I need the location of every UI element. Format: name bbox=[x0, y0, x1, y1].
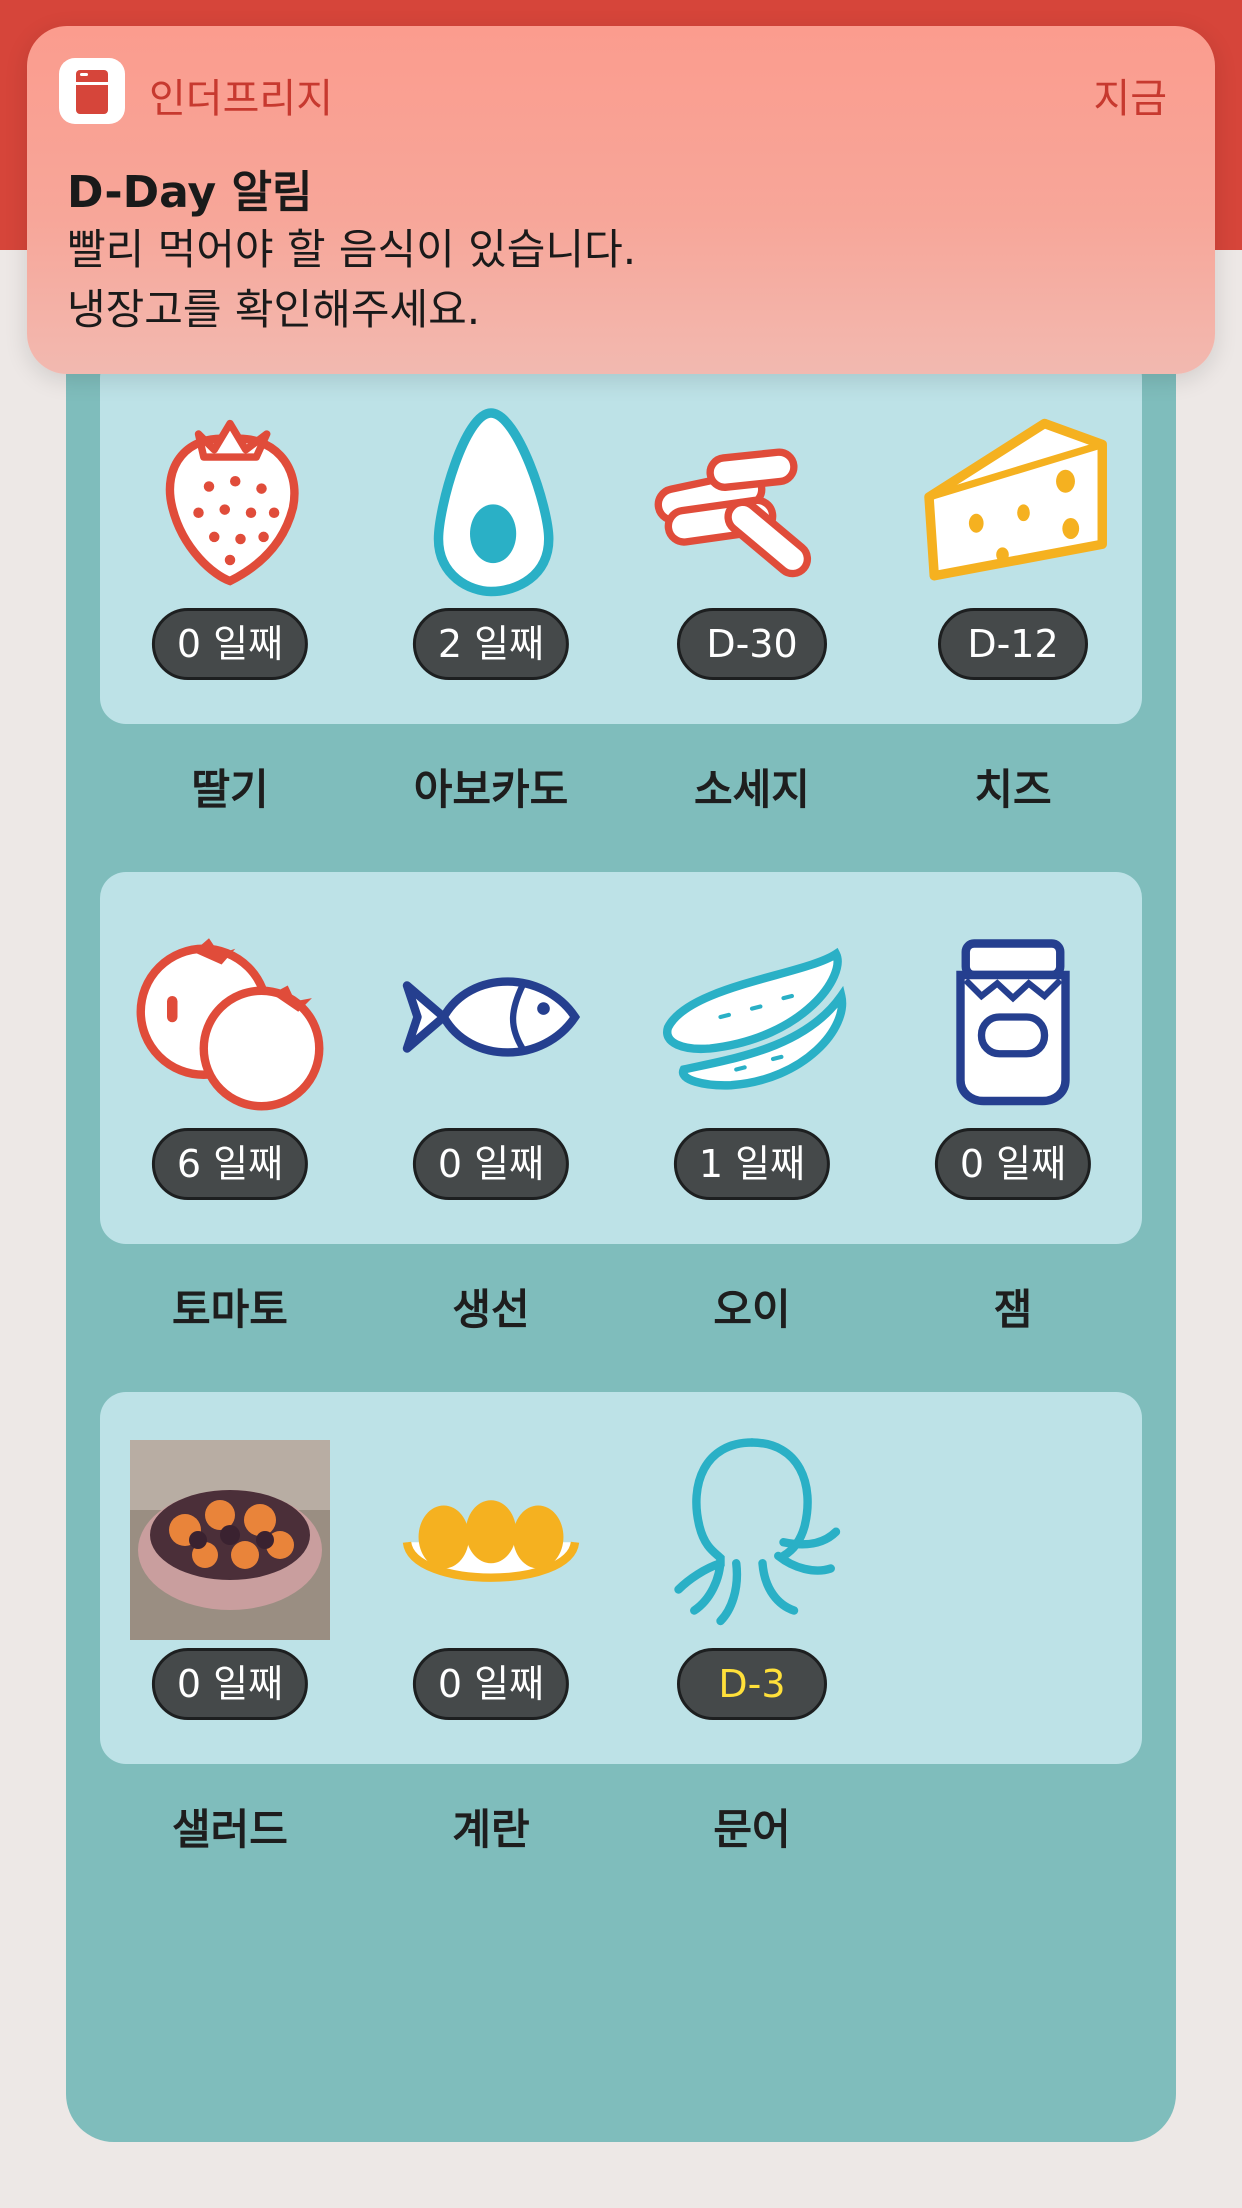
food-name: 딸기 bbox=[191, 765, 269, 814]
food-name: 잼 bbox=[993, 1285, 1033, 1334]
day-badge: 0 일째 bbox=[151, 1648, 309, 1720]
food-name: 문어 bbox=[713, 1805, 791, 1854]
app-icon bbox=[59, 58, 125, 124]
notification-body-line-1: 빨리 먹어야 할 음식이 있습니다. bbox=[67, 225, 637, 274]
food-name: 오이 bbox=[713, 1285, 791, 1334]
notification-title: D-Day 알림 bbox=[67, 167, 313, 218]
food-name: 계란 bbox=[452, 1805, 530, 1854]
avocado-icon bbox=[386, 392, 596, 602]
day-badge: 0 일째 bbox=[934, 1128, 1092, 1200]
day-badge: D-30 bbox=[677, 608, 827, 680]
strawberry-icon bbox=[125, 392, 335, 602]
eggs-icon bbox=[386, 1432, 596, 1642]
food-name: 아보카도 bbox=[413, 765, 569, 814]
food-name: 치즈 bbox=[974, 765, 1052, 814]
day-badge: 2 일째 bbox=[412, 608, 570, 680]
day-badge: 0 일째 bbox=[412, 1648, 570, 1720]
tomato-icon bbox=[125, 912, 335, 1122]
app-name: 인더프리지 bbox=[149, 76, 333, 122]
octopus-icon bbox=[647, 1432, 857, 1642]
notification-body-line-2: 냉장고를 확인해주세요. bbox=[67, 285, 481, 334]
sausage-icon bbox=[647, 392, 857, 602]
fish-icon bbox=[386, 912, 596, 1122]
food-name: 생선 bbox=[452, 1285, 530, 1334]
day-badge: 6 일째 bbox=[151, 1128, 309, 1200]
day-badge: 1 일째 bbox=[673, 1128, 831, 1200]
day-badge: D-12 bbox=[938, 608, 1088, 680]
cucumber-icon bbox=[647, 912, 857, 1122]
food-name: 샐러드 bbox=[172, 1805, 288, 1854]
salad-photo bbox=[130, 1440, 330, 1640]
push-notification-banner[interactable]: 인더프리지 지금 D-Day 알림 빨리 먹어야 할 음식이 있습니다. 냉장고… bbox=[27, 26, 1215, 374]
cheese-icon bbox=[908, 392, 1118, 602]
food-name: 토마토 bbox=[172, 1285, 288, 1334]
food-name: 소세지 bbox=[694, 765, 810, 814]
notification-time: 지금 bbox=[1093, 76, 1167, 122]
day-badge: 0 일째 bbox=[151, 608, 309, 680]
day-badge: 0 일째 bbox=[412, 1128, 570, 1200]
jam-jar-icon bbox=[908, 912, 1118, 1122]
day-badge-warning: D-3 bbox=[677, 1648, 827, 1720]
